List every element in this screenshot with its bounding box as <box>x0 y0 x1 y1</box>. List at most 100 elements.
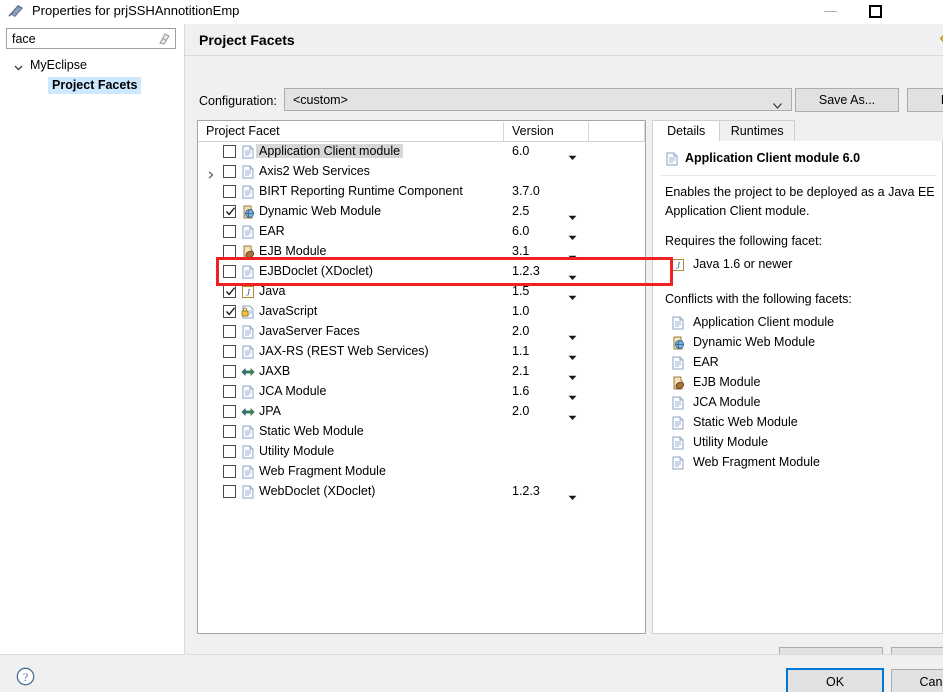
facet-list-panel: Project Facet Version Application Client… <box>197 120 646 634</box>
details-description-line1: Enables the project to be deployed as a … <box>665 185 935 199</box>
version-dropdown-icon[interactable] <box>568 410 577 420</box>
document-icon <box>241 445 255 459</box>
version-dropdown-icon[interactable] <box>568 350 577 360</box>
table-row[interactable]: Application Client module 6.0 <box>198 142 645 162</box>
table-row[interactable]: BIRT Reporting Runtime Component 3.7.0 <box>198 182 645 202</box>
table-row[interactable]: Static Web Module <box>198 422 645 442</box>
table-row[interactable]: Dynamic Web Module 2.5 <box>198 202 645 222</box>
table-row[interactable]: JAXB 2.1 <box>198 362 645 382</box>
document-icon <box>671 356 685 370</box>
facet-name: Java <box>259 284 286 298</box>
list-item-label: EJB Module <box>693 375 761 389</box>
facet-checkbox[interactable] <box>223 425 236 438</box>
minimize-icon <box>824 11 837 12</box>
facet-checkbox[interactable] <box>223 225 236 238</box>
table-row[interactable]: JCA Module 1.6 <box>198 382 645 402</box>
column-divider[interactable] <box>588 122 589 141</box>
help-question-icon[interactable]: ? <box>16 667 35 686</box>
version-dropdown-icon[interactable] <box>568 390 577 400</box>
save-as-button[interactable]: Save As... <box>795 88 899 112</box>
svg-text:?: ? <box>23 670 28 684</box>
facet-checkbox[interactable] <box>223 385 236 398</box>
version-dropdown-icon[interactable] <box>568 490 577 500</box>
table-row[interactable]: Axis2 Web Services <box>198 162 645 182</box>
list-item-label: EAR <box>693 355 719 369</box>
facet-name: JAX-RS (REST Web Services) <box>259 344 429 358</box>
column-divider[interactable] <box>503 122 504 141</box>
version-dropdown-icon[interactable] <box>568 330 577 340</box>
facet-checkbox[interactable] <box>223 205 236 218</box>
document-icon <box>241 265 255 279</box>
version-dropdown-icon[interactable] <box>568 270 577 280</box>
facet-name: Application Client module <box>256 144 404 158</box>
facet-checkbox[interactable] <box>223 185 236 198</box>
list-item-label: Java 1.6 or newer <box>693 257 793 271</box>
facet-checkbox[interactable] <box>223 305 236 318</box>
configuration-label: Configuration: <box>199 94 277 108</box>
facet-checkbox[interactable] <box>223 465 236 478</box>
sidebar-item-myeclipse[interactable]: MyEclipse <box>0 56 184 76</box>
delete-button[interactable]: Delete <box>907 88 943 112</box>
facet-name: EJBDoclet (XDoclet) <box>259 264 373 278</box>
table-row[interactable]: JavaServer Faces 2.0 <box>198 322 645 342</box>
version-dropdown-icon[interactable] <box>568 150 577 160</box>
chevron-down-icon[interactable] <box>14 61 23 71</box>
filter-input-value: face <box>12 32 36 46</box>
cancel-button[interactable]: Cancel <box>891 669 943 692</box>
facet-checkbox[interactable] <box>223 325 236 338</box>
java-icon: J <box>671 258 685 272</box>
table-row[interactable]: JavaScript 1.0 <box>198 302 645 322</box>
table-row[interactable]: EJBDoclet (XDoclet) 1.2.3 <box>198 262 645 282</box>
document-icon <box>671 456 685 470</box>
document-icon <box>241 185 255 199</box>
facet-checkbox[interactable] <box>223 445 236 458</box>
maximize-button[interactable] <box>853 0 898 24</box>
facet-checkbox[interactable] <box>223 245 236 258</box>
sidebar-item-project-facets[interactable]: Project Facets <box>0 76 184 96</box>
facet-checkbox[interactable] <box>223 405 236 418</box>
filter-input[interactable]: face <box>6 28 176 49</box>
minimize-button[interactable] <box>808 0 853 24</box>
document-icon <box>241 425 255 439</box>
version-dropdown-icon[interactable] <box>568 290 577 300</box>
configuration-select[interactable]: <custom> <box>284 88 792 111</box>
facet-name: JCA Module <box>259 384 327 398</box>
facet-version: 1.1 <box>512 344 530 358</box>
facet-checkbox[interactable] <box>223 365 236 378</box>
eraser-icon[interactable] <box>157 32 171 46</box>
version-dropdown-icon[interactable] <box>568 210 577 220</box>
table-row[interactable]: EJB Module 3.1 <box>198 242 645 262</box>
details-panel: Details Runtimes Application Client modul… <box>652 120 943 634</box>
table-row[interactable]: JPA 2.0 <box>198 402 645 422</box>
tab-details[interactable]: Details <box>652 120 721 142</box>
facet-version: 3.7.0 <box>512 184 540 198</box>
column-divider[interactable] <box>644 122 645 141</box>
facet-version: 6.0 <box>512 144 530 158</box>
version-dropdown-icon[interactable] <box>568 230 577 240</box>
document-icon <box>241 325 255 339</box>
document-icon <box>671 316 685 330</box>
table-row[interactable]: Web Fragment Module <box>198 462 645 482</box>
list-item-label: Dynamic Web Module <box>693 335 816 349</box>
facet-name: EAR <box>259 224 285 238</box>
facet-checkbox[interactable] <box>223 485 236 498</box>
facet-checkbox[interactable] <box>223 345 236 358</box>
facet-name: Dynamic Web Module <box>259 204 382 218</box>
jaxb-icon <box>241 405 255 419</box>
back-arrow-icon[interactable] <box>939 31 943 46</box>
document-icon <box>241 225 255 239</box>
facet-checkbox[interactable] <box>223 265 236 278</box>
table-row[interactable]: WebDoclet (XDoclet) 1.2.3 <box>198 482 645 502</box>
table-row[interactable]: JAX-RS (REST Web Services) 1.1 <box>198 342 645 362</box>
version-dropdown-icon[interactable] <box>568 250 577 260</box>
chevron-right-icon[interactable] <box>207 168 215 179</box>
tab-runtimes[interactable]: Runtimes <box>719 120 795 142</box>
version-dropdown-icon[interactable] <box>568 370 577 380</box>
table-row[interactable]: Utility Module <box>198 442 645 462</box>
facet-checkbox[interactable] <box>223 285 236 298</box>
table-row[interactable]: J Java 1.5 <box>198 282 645 302</box>
facet-checkbox[interactable] <box>223 145 236 158</box>
ok-button[interactable]: OK <box>786 668 884 692</box>
table-row[interactable]: EAR 6.0 <box>198 222 645 242</box>
facet-checkbox[interactable] <box>223 165 236 178</box>
